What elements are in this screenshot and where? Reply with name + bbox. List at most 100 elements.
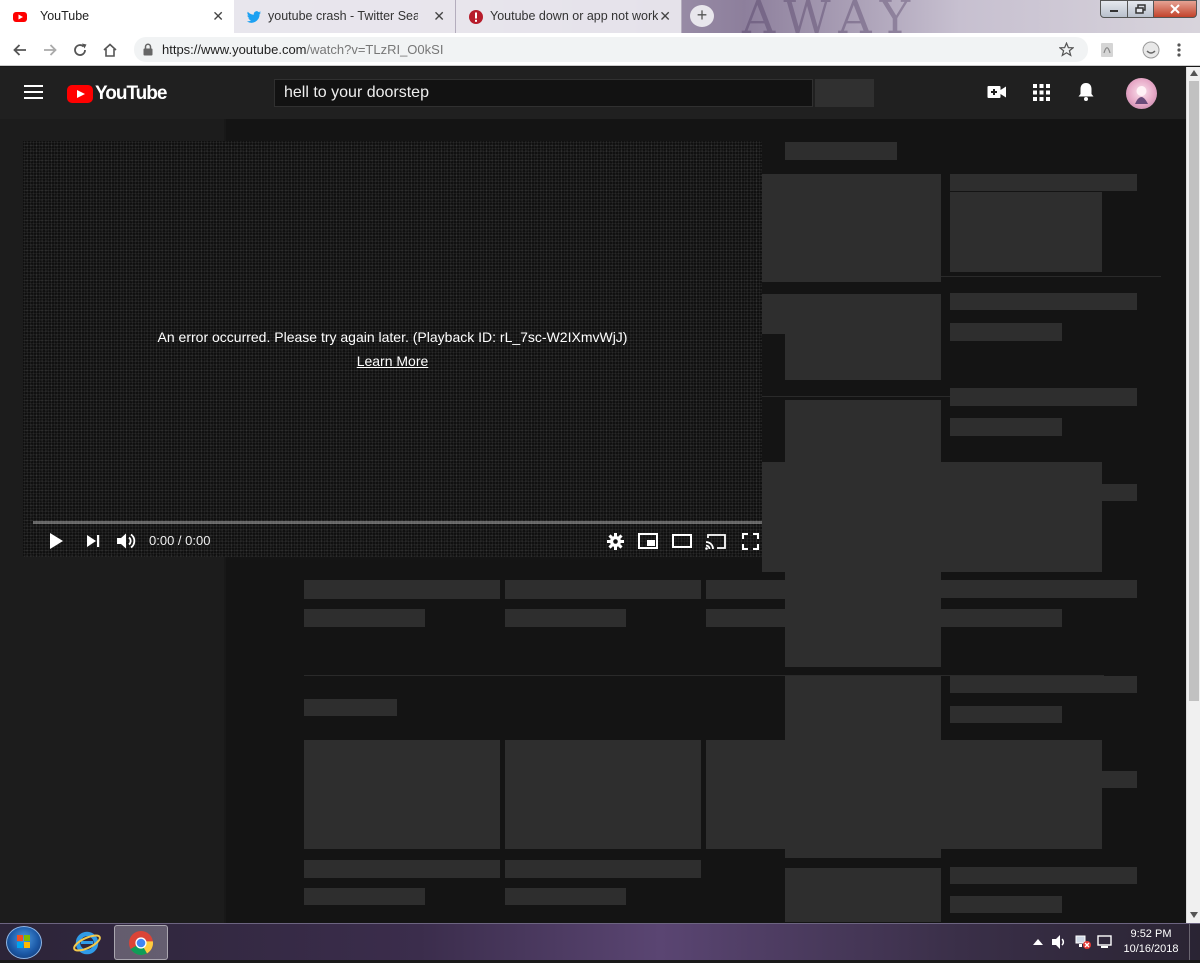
twitter-favicon [246,11,261,23]
home-button[interactable] [99,39,121,61]
skeleton-meta [950,323,1062,341]
url-host: https://www.youtube.com [162,42,307,57]
search-box[interactable] [274,79,813,107]
back-icon [13,44,26,56]
skeleton-meta [505,609,626,627]
extension-button[interactable] [1096,39,1118,61]
address-bar[interactable]: https://www.youtube.com/watch?v=TLzRI_O0… [134,37,1088,62]
minimize-icon [1110,10,1118,12]
progress-bar[interactable] [33,521,762,524]
cast-button[interactable] [704,530,728,552]
back-button[interactable] [9,39,31,61]
skeleton-title [950,293,1137,310]
alert-favicon [469,10,483,24]
miniplayer-button[interactable] [637,530,659,552]
skeleton-thumbnail [505,740,701,849]
more-vert-icon [1177,43,1181,57]
skeleton-title [1102,484,1137,501]
skeleton-meta [762,294,941,334]
fullscreen-button[interactable] [739,530,761,552]
clock-date[interactable]: 10/16/2018 [1118,943,1184,955]
profile-button[interactable] [1140,39,1162,61]
next-button[interactable] [83,530,103,552]
tab-close-icon[interactable]: ✕ [433,8,445,25]
chrome-menu-button[interactable] [1168,39,1190,61]
tab-youtube[interactable]: YouTube ✕ [0,0,234,33]
skeleton-thumbnail [785,868,941,922]
youtube-logo[interactable]: YouTube [67,83,167,105]
url-path: /watch?v=TLzRI_O0kSI [306,42,444,57]
chevron-up-icon [1033,939,1043,945]
play-icon [50,533,63,549]
skeleton-title [505,580,701,599]
skeleton-sidebar-header [785,142,897,160]
forward-button[interactable] [39,39,61,61]
skeleton-meta [941,609,1062,627]
show-desktop-button[interactable] [1189,924,1200,960]
pdf-extension-icon [1101,43,1113,57]
hamburger-menu-icon[interactable] [24,84,44,100]
player-error-message: An error occurred. Please try again late… [157,329,628,345]
page-scrollbar[interactable] [1186,67,1200,923]
play-button[interactable] [45,530,67,552]
avatar[interactable] [1126,78,1157,109]
skeleton-section-title [304,699,397,716]
tab-close-icon[interactable]: ✕ [659,8,671,25]
volume-button[interactable] [116,530,138,552]
skeleton-thumbnail [785,334,941,380]
youtube-logo-text: YouTube [95,83,167,104]
settings-button[interactable] [604,530,626,552]
cast-icon [705,533,726,550]
skeleton-title [950,867,1137,884]
avatar-icon [1135,86,1148,104]
taskbar-internet-explorer[interactable] [60,925,114,960]
search-button[interactable] [815,79,874,107]
tab-title: Youtube down or app not workin [490,9,658,23]
window-minimize-button[interactable] [1100,0,1128,18]
window-close-button[interactable] [1153,0,1197,18]
scrollbar-thumb[interactable] [1189,81,1199,701]
skeleton-thumbnail [762,462,1102,572]
show-hidden-icons-button[interactable] [1030,934,1046,950]
bookmark-star-icon[interactable] [1059,42,1074,57]
youtube-logo-icon [67,85,93,103]
tab-title: YouTube [40,9,90,23]
action-center-tray-icon[interactable] [1097,934,1113,950]
skeleton-title [505,860,701,878]
taskbar-chrome[interactable] [114,925,168,960]
tab-close-icon[interactable]: ✕ [212,8,224,25]
start-button[interactable] [6,926,42,959]
scroll-up-arrow-icon[interactable] [1190,70,1198,76]
notifications-bell-icon[interactable] [1077,82,1095,102]
skeleton-thumbnail [762,174,941,282]
url-text: https://www.youtube.com/watch?v=TLzRI_O0… [162,42,443,57]
volume-tray-icon[interactable] [1052,934,1068,950]
home-icon [103,43,117,57]
windows-taskbar: 9:52 PM 10/16/2018 [0,923,1200,960]
tab-youtube-down[interactable]: Youtube down or app not workin ✕ [456,0,682,33]
apps-grid-icon[interactable] [1033,84,1050,101]
window-maximize-button[interactable] [1127,0,1154,18]
theater-mode-button[interactable] [671,530,693,552]
tab-twitter-search[interactable]: youtube crash - Twitter Search ✕ [234,0,456,33]
learn-more-link-text[interactable]: Learn More [357,353,429,369]
reload-icon [74,43,87,56]
miniplayer-icon [638,533,658,549]
clock-time[interactable]: 9:52 PM [1118,928,1184,940]
new-tab-button[interactable]: + [690,5,714,27]
skeleton-meta [950,418,1062,436]
windows-start-icon [17,935,30,948]
skeleton-title [304,860,500,878]
browser-tab-bar: AWAY YouTube ✕ youtube crash - Twitter S… [0,0,1200,44]
reload-button[interactable] [69,39,91,61]
scroll-down-arrow-icon[interactable] [1190,912,1198,918]
youtube-favicon [13,12,27,22]
network-tray-icon[interactable] [1075,934,1091,950]
theater-mode-icon [672,534,692,548]
skeleton-meta [950,706,1062,723]
video-player[interactable]: An error occurred. Please try again late… [23,141,762,557]
search-input[interactable] [284,84,784,102]
create-video-icon[interactable] [987,84,1007,100]
volume-icon [117,533,136,549]
browser-toolbar: https://www.youtube.com/watch?v=TLzRI_O0… [0,33,1200,66]
